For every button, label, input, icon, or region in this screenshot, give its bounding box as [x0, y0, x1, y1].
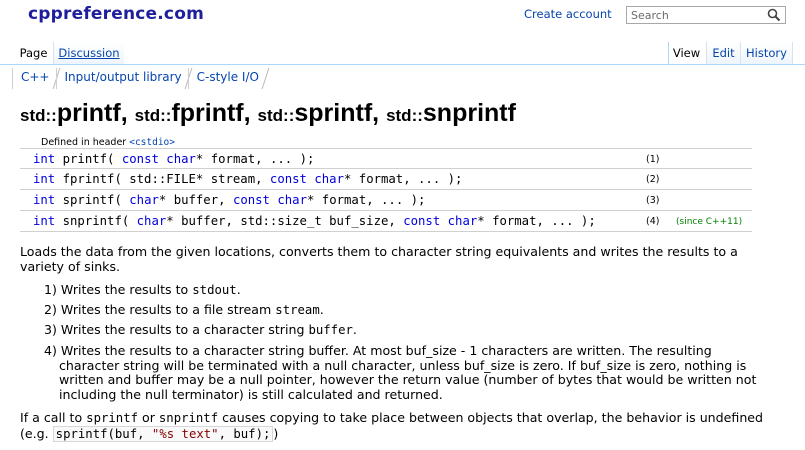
breadcrumb: C++ Input/output library C-style I/O	[12, 68, 265, 89]
site-logo-title[interactable]: cppreference.com	[28, 4, 204, 24]
declaration-row-3: int sprintf( char* buffer, const char* f…	[20, 190, 752, 211]
declaration-code: int snprintf( char* buffer, std::size_t …	[33, 214, 596, 228]
title-separator: ,	[120, 99, 135, 127]
title-fprintf: fprintf	[171, 99, 244, 127]
tab-discussion[interactable]: Discussion	[53, 42, 124, 64]
inline-code-example: sprintf(buf, "%s text", buf);	[52, 426, 274, 442]
declaration-number: (2)	[646, 174, 660, 185]
declaration-row-4: int snprintf( char* buffer, std::size_t …	[20, 211, 752, 232]
title-namespace: std::	[257, 106, 295, 125]
list-item: 2) Writes the results to a file stream s…	[44, 302, 324, 317]
list-item: 1) Writes the results to stdout.	[44, 282, 241, 297]
list-item-line: written and buffer may be a null pointer…	[59, 372, 757, 387]
declaration-row-1: int printf( const char* format, ... ); (…	[20, 148, 752, 169]
defined-in-header-note: Defined in header <cstdio>	[41, 137, 175, 148]
title-separator: ,	[372, 99, 387, 127]
title-separator: ,	[243, 99, 258, 127]
create-account-link[interactable]: Create account	[524, 7, 612, 21]
breadcrumb-item-io-library[interactable]: Input/output library	[55, 68, 188, 89]
tab-edit[interactable]: Edit	[706, 42, 740, 64]
page-title: std::printf, std::fprintf, std::sprintf,…	[20, 99, 516, 128]
search-box[interactable]	[626, 6, 786, 24]
title-sprintf: sprintf	[294, 99, 373, 127]
search-icon[interactable]	[767, 8, 781, 22]
declaration-number: (1)	[646, 154, 660, 165]
since-cpp11-badge: (since C++11)	[676, 217, 743, 227]
declaration-code: int printf( const char* format, ... );	[33, 152, 315, 166]
declaration-number: (3)	[646, 195, 660, 206]
declaration-code: int fprintf( std::FILE* stream, const ch…	[33, 172, 463, 186]
intro-paragraph: Loads the data from the given locations,…	[20, 244, 738, 274]
list-item: 4) Writes the results to a character str…	[44, 343, 784, 402]
header-cstdio-link[interactable]: <cstdio>	[129, 137, 175, 148]
tab-divider	[0, 64, 805, 65]
title-namespace: std::	[134, 106, 172, 125]
list-item-line: 4) Writes the results to a character str…	[44, 343, 712, 358]
declaration-code: int sprintf( char* buffer, const char* f…	[33, 193, 426, 207]
breadcrumb-item-c-style-io[interactable]: C-style I/O	[187, 68, 265, 89]
tab-view[interactable]: View	[668, 42, 704, 64]
declaration-row-2: int fprintf( std::FILE* stream, const ch…	[20, 169, 752, 190]
tab-page[interactable]: Page	[14, 42, 53, 64]
tab-history[interactable]: History	[740, 42, 793, 64]
title-printf: printf	[56, 99, 121, 127]
overlap-note-paragraph: If a call to sprintf or snprintf causes …	[20, 410, 764, 442]
title-namespace: std::	[386, 106, 423, 125]
list-item-line: including the null terminator) is still …	[59, 386, 443, 402]
header-note-text: Defined in header	[41, 137, 130, 148]
breadcrumb-item-cpp[interactable]: C++	[12, 68, 56, 89]
declaration-table: int printf( const char* format, ... ); (…	[20, 148, 752, 232]
search-input[interactable]	[627, 7, 765, 24]
title-namespace: std::	[20, 106, 57, 125]
list-item-line: character string will be terminated with…	[59, 357, 747, 373]
list-item: 3) Writes the results to a character str…	[44, 322, 357, 337]
declaration-number: (4)	[646, 216, 660, 227]
title-snprintf: snprintf	[422, 99, 516, 127]
